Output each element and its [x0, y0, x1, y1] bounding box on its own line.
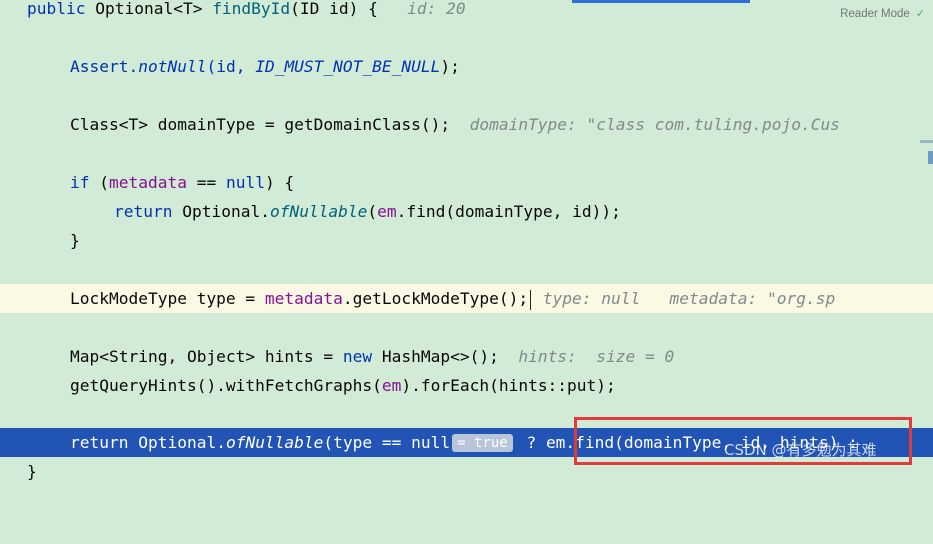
- brace: }: [27, 462, 37, 481]
- code-line-if[interactable]: if (metadata == null) {: [0, 168, 933, 197]
- class-ref: Assert.: [70, 57, 139, 76]
- debug-inline-value: hints: size = 0: [518, 347, 675, 366]
- method-name: findById: [212, 0, 291, 18]
- scrollbar-marker: [920, 140, 933, 143]
- paren-open: (: [367, 202, 378, 221]
- code-line-close-brace-2[interactable]: }: [0, 457, 933, 486]
- code-line-method-signature[interactable]: public Optional<T> findById(ID id) { id:…: [0, 0, 933, 23]
- class-ref: Optional.: [138, 433, 226, 452]
- code-line-current[interactable]: LockModeType type = metadata.getLockMode…: [0, 284, 933, 313]
- paren-open: (: [99, 173, 109, 192]
- code-line-close-brace[interactable]: }: [0, 226, 933, 255]
- field-ref: metadata: [264, 289, 343, 308]
- field-ref: metadata: [109, 173, 187, 192]
- brace: }: [70, 231, 80, 250]
- statement-start: getQueryHints().withFetchGraphs(: [70, 376, 382, 395]
- keyword: new: [342, 347, 382, 366]
- return-type: Optional<T>: [95, 0, 213, 18]
- keyword: if: [70, 173, 100, 192]
- debug-value-badge: = true: [452, 433, 513, 452]
- text-caret: [530, 289, 532, 310]
- class-ref: Optional.: [182, 202, 270, 221]
- statement-rest: ).forEach(hints::put);: [401, 376, 616, 395]
- field-ref: em: [381, 376, 402, 395]
- code-editor[interactable]: Reader Mode ✓ public Optional<T> findById…: [0, 0, 933, 481]
- keyword: return: [70, 433, 139, 452]
- debug-inline-value-2: metadata: "org.sp: [669, 289, 836, 308]
- code-line-hints-map[interactable]: Map<String, Object> hints = new HashMap<…: [0, 342, 933, 371]
- statement-rest: HashMap<>();: [381, 347, 499, 366]
- keyword: public: [27, 0, 96, 18]
- paren-close: ) {: [264, 173, 295, 192]
- debug-inline-value: domainType: "class com.tuling.pojo.Cus: [469, 115, 840, 134]
- field-ref: em: [377, 202, 397, 221]
- code-line-assert[interactable]: Assert.notNull(id, ID_MUST_NOT_BE_NULL);: [0, 52, 933, 81]
- keyword: return: [114, 202, 183, 221]
- statement-rest: .find(domainType, id));: [396, 202, 621, 221]
- statement-rest: .getLockModeType();: [342, 289, 529, 308]
- statement: Class<T> domainType = getDomainClass();: [70, 115, 451, 134]
- args-open: (id,: [206, 57, 256, 76]
- statement-start: Map<String, Object> hints =: [70, 347, 343, 366]
- watermark: CSDN @有多勉为其难: [724, 441, 877, 459]
- operator: ==: [186, 173, 226, 192]
- statement-start: (type == null: [323, 433, 451, 452]
- method-call: ofNullable: [225, 433, 324, 452]
- keyword-null: null: [225, 173, 265, 192]
- method-params: (ID id) {: [290, 0, 378, 18]
- constant-ref: ID_MUST_NOT_BE_NULL: [255, 57, 441, 76]
- statement-start: LockModeType type =: [70, 289, 265, 308]
- method-call: ofNullable: [269, 202, 368, 221]
- scrollbar-thumb[interactable]: [928, 151, 933, 164]
- code-line-return-early[interactable]: return Optional.ofNullable(em.find(domai…: [0, 197, 933, 226]
- code-line-query-hints[interactable]: getQueryHints().withFetchGraphs(em).forE…: [0, 371, 933, 400]
- code-line-domain-type[interactable]: Class<T> domainType = getDomainClass(); …: [0, 110, 933, 139]
- debug-inline-value: id: 20: [407, 0, 466, 18]
- debug-inline-value: type: null: [542, 289, 641, 308]
- method-call: notNull: [138, 57, 207, 76]
- args-close: );: [440, 57, 460, 76]
